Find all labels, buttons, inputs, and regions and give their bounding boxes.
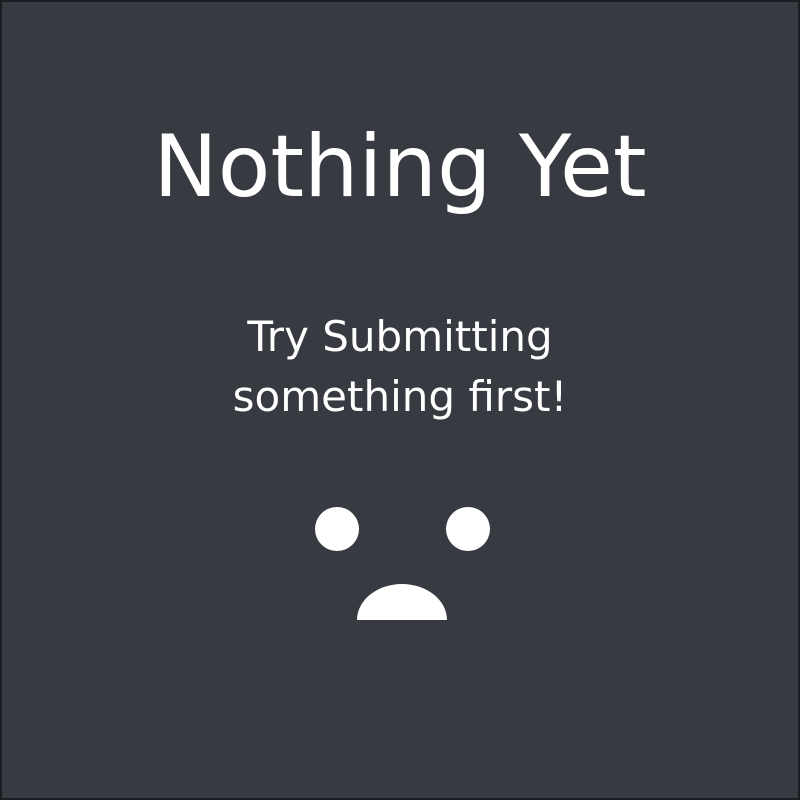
right-eye [446, 507, 490, 551]
empty-state-panel: Nothing Yet Try Submitting something fir… [0, 0, 800, 800]
empty-state-message: Try Submitting something first! [2, 307, 798, 427]
empty-state-title: Nothing Yet [153, 117, 647, 217]
empty-state-message-line-1: Try Submitting [247, 312, 553, 361]
empty-state-message-line-2: something first! [232, 372, 568, 421]
left-eye [315, 507, 359, 551]
frown-mouth [357, 584, 447, 620]
